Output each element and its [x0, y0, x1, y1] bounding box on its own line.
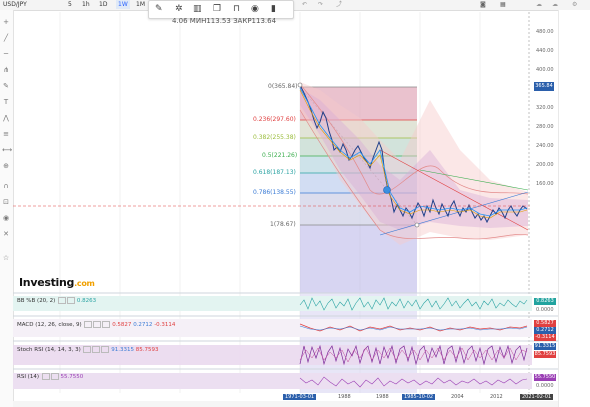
fib-level-label: 0(365.84): [268, 83, 298, 90]
copy-icon[interactable]: ❐: [213, 4, 221, 14]
fib-level-label: 0.786(138.55): [253, 189, 296, 196]
price-tick: 480.00: [536, 29, 554, 35]
rsi-legend[interactable]: RSI (14) 55.7550: [17, 373, 83, 380]
stoch-rsi-legend[interactable]: Stoch RSI (14, 14, 3, 3) 91.3315 85.7593: [17, 346, 158, 353]
time-label: 2004: [451, 394, 464, 400]
current-date-tag: 2021-02-01: [520, 394, 554, 400]
current-price-tag: 365.84: [534, 82, 554, 91]
time-label: 1988: [376, 394, 389, 400]
price-tick: 160.00: [536, 181, 554, 187]
fib-level-label: 0.382(255.38): [253, 134, 296, 141]
price-tick: 400.00: [536, 67, 554, 73]
price-tick: 440.00: [536, 48, 554, 54]
bb-value-tag: 0.8263: [534, 298, 556, 305]
delete-icon[interactable]: ▮: [271, 4, 276, 14]
bb-percent-legend[interactable]: BB %B (20, 2) 0.8263: [17, 297, 96, 304]
price-tick: 200.00: [536, 162, 554, 168]
right-sidebar: [558, 10, 590, 407]
price-tick: 320.00: [536, 105, 554, 111]
macd-hist-tag: -0.3114: [534, 334, 556, 341]
time-label: 2012: [490, 394, 503, 400]
fib-level-label: 0.5(221.26): [262, 152, 298, 159]
rsi-zero-label: 0.0000: [536, 383, 554, 389]
fib-level-label: 1(78.67): [270, 221, 296, 228]
ohlc-legend: 4.06 МИН113.53 ЗАКР113.64: [172, 17, 277, 25]
bb-zero-label: 0.0000: [536, 307, 554, 313]
macd-legend[interactable]: MACD (12, 26, close, 9) 0.5827 0.2712 -0…: [17, 321, 175, 328]
time-range-end: 1985-10-02: [402, 394, 436, 400]
settings-icon[interactable]: ✲: [175, 4, 183, 14]
line-style-icon[interactable]: ▥: [193, 4, 202, 14]
pencil-icon[interactable]: ✎: [155, 4, 163, 14]
rsi-value-tag: 55.7550: [534, 374, 556, 381]
macd-signal-tag: 0.2712: [534, 327, 556, 334]
price-tick: 280.00: [536, 124, 554, 130]
stoch-d-tag: 85.7593: [534, 351, 556, 358]
price-axis[interactable]: [532, 18, 556, 290]
lock-icon[interactable]: ⊓: [233, 4, 240, 14]
stoch-k-tag: 91.3315: [534, 343, 556, 350]
fib-level-label: 0.618(187.13): [253, 169, 296, 176]
macd-value-tag: 0.5827: [534, 320, 556, 327]
time-range-start: 1971-03-01: [283, 394, 317, 400]
visibility-icon[interactable]: ◉: [251, 4, 259, 14]
time-label: 1988: [338, 394, 351, 400]
price-tick: 240.00: [536, 143, 554, 149]
investing-logo: Investing.com: [19, 276, 95, 289]
bottom-bar: [13, 401, 558, 407]
fib-level-label: 0.236(297.60): [253, 116, 296, 123]
